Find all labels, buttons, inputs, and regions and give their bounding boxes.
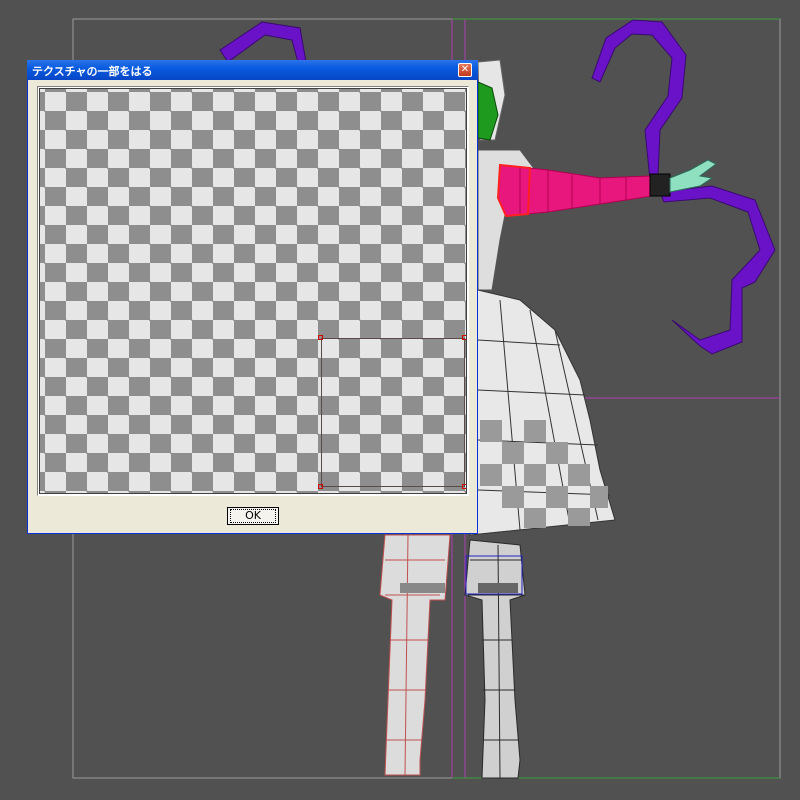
paste-texture-dialog: テクスチャの一部をはる ✕ OK (27, 60, 478, 534)
selection-handle-bottom-left[interactable] (318, 484, 323, 489)
selection-handle-top-right[interactable] (462, 335, 466, 340)
close-icon: ✕ (460, 64, 470, 75)
right-tentacle-lower (659, 185, 776, 355)
texture-selection-rect[interactable] (321, 338, 465, 487)
selection-handle-top-left[interactable] (318, 335, 323, 340)
right-tentacle-upper (591, 19, 687, 181)
shorts-shade-left (400, 583, 445, 593)
close-button[interactable]: ✕ (458, 63, 472, 77)
magenta-arm (497, 164, 653, 217)
selection-handle-bottom-right[interactable] (462, 484, 466, 489)
ok-button-label: OK (230, 509, 276, 523)
dialog-titlebar[interactable]: テクスチャの一部をはる ✕ (27, 60, 478, 80)
right-leg (464, 539, 526, 779)
shorts-shade-right (478, 583, 518, 593)
ok-button[interactable]: OK (227, 507, 279, 525)
wrist-band (649, 173, 671, 197)
dialog-title: テクスチャの一部をはる (32, 65, 153, 78)
texture-preview-frame (37, 86, 469, 496)
texture-preview[interactable] (39, 88, 467, 494)
left-leg (379, 534, 451, 776)
